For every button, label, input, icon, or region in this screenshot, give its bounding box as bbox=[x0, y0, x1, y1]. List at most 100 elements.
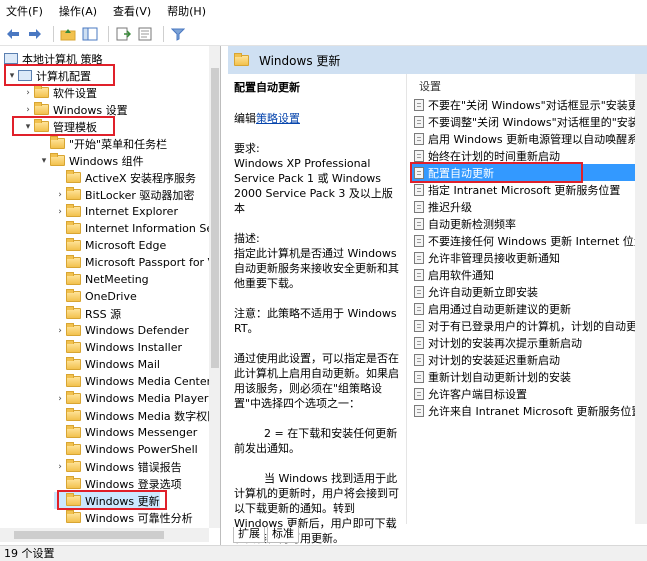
settings-column-header[interactable]: 设置 bbox=[419, 78, 441, 94]
highlight-computer-config bbox=[4, 64, 115, 86]
policy-icon bbox=[414, 404, 424, 417]
folder-icon bbox=[66, 170, 81, 183]
chevron-right-icon[interactable]: › bbox=[54, 190, 66, 200]
setting-row[interactable]: 推迟升级 bbox=[410, 198, 647, 215]
settings-list: 不要在"关闭 Windows"对话框显示"安装更新并 不要调整"关闭 Windo… bbox=[410, 96, 647, 419]
toolbar bbox=[0, 22, 647, 46]
chevron-right-icon[interactable]: › bbox=[54, 207, 66, 217]
policy-icon bbox=[414, 149, 424, 162]
menu-file[interactable]: 文件(F) bbox=[6, 3, 43, 19]
desc-requirements: 要求: Windows XP Professional Service Pack… bbox=[234, 142, 393, 215]
tree-item-software-settings[interactable]: › 软件设置 bbox=[22, 84, 97, 101]
chevron-right-icon[interactable]: › bbox=[22, 105, 34, 115]
tree-item[interactable]: Microsoft Passport for V bbox=[54, 254, 215, 271]
column-divider bbox=[406, 74, 407, 524]
policy-icon bbox=[414, 285, 424, 298]
chevron-right-icon[interactable]: › bbox=[22, 88, 34, 98]
tree-item[interactable]: Microsoft Edge bbox=[54, 237, 166, 254]
tree-item[interactable]: ActiveX 安装程序服务 bbox=[54, 169, 196, 186]
policy-icon bbox=[414, 353, 424, 366]
properties-icon[interactable] bbox=[136, 25, 154, 43]
folder-icon bbox=[66, 357, 81, 370]
show-tree-icon[interactable] bbox=[81, 25, 99, 43]
setting-row[interactable]: 允许来自 Intranet Microsoft 更新服务位置的签 bbox=[410, 402, 647, 419]
export-list-icon[interactable] bbox=[114, 25, 132, 43]
setting-row[interactable]: 指定 Intranet Microsoft 更新服务位置 bbox=[410, 181, 647, 198]
tab-extended[interactable]: 扩展 bbox=[233, 527, 265, 543]
policy-icon bbox=[414, 217, 424, 230]
policy-icon bbox=[414, 132, 424, 145]
tree-item[interactable]: › Windows Defender bbox=[54, 322, 189, 339]
tree-item[interactable]: RSS 源 bbox=[54, 305, 121, 322]
edit-policy-link[interactable]: 策略设置 bbox=[256, 112, 300, 125]
desc-note: 注意：此策略不适用于 Windows RT。 bbox=[234, 307, 397, 335]
view-tabs: 扩展 标准 bbox=[233, 527, 301, 543]
setting-row[interactable]: 允许非管理员接收更新通知 bbox=[410, 249, 647, 266]
menu-help[interactable]: 帮助(H) bbox=[167, 3, 206, 19]
chevron-right-icon[interactable]: › bbox=[54, 394, 66, 404]
policy-icon bbox=[414, 302, 424, 315]
policy-icon bbox=[414, 115, 424, 128]
tree-item[interactable]: Windows PowerShell bbox=[54, 441, 198, 458]
folder-icon bbox=[50, 153, 65, 166]
tree-item[interactable]: NetMeeting bbox=[54, 271, 149, 288]
tree-item[interactable]: › BitLocker 驱动器加密 bbox=[54, 186, 194, 203]
tree-item[interactable]: › Windows Media Player bbox=[54, 390, 208, 407]
tree-item[interactable]: Windows Media 数字权限 bbox=[54, 407, 218, 424]
folder-icon bbox=[66, 306, 81, 319]
setting-row[interactable]: 启用通过自动更新建议的更新 bbox=[410, 300, 647, 317]
menu-bar: 文件(F) 操作(A) 查看(V) 帮助(H) bbox=[0, 0, 647, 22]
filter-icon[interactable] bbox=[169, 25, 187, 43]
setting-row[interactable]: 启用软件通知 bbox=[410, 266, 647, 283]
policy-icon bbox=[414, 234, 424, 247]
up-folder-icon[interactable] bbox=[59, 25, 77, 43]
highlight-configure-auto-update bbox=[410, 162, 583, 183]
setting-row[interactable]: 不要调整"关闭 Windows"对话框里的"安装更新 bbox=[410, 113, 647, 130]
computer-policy-icon bbox=[4, 53, 18, 64]
tree-item[interactable]: Windows Media Center bbox=[54, 373, 211, 390]
menu-action[interactable]: 操作(A) bbox=[59, 3, 97, 19]
folder-icon bbox=[66, 289, 81, 302]
tree-item[interactable]: Windows Installer bbox=[54, 339, 182, 356]
chevron-right-icon[interactable]: › bbox=[54, 462, 66, 472]
setting-row[interactable]: 不要连接任何 Windows 更新 Internet 位置 bbox=[410, 232, 647, 249]
description-panel: 配置自动更新 编辑策略设置 要求: Windows XP Professiona… bbox=[234, 80, 402, 561]
setting-row[interactable]: 启用 Windows 更新电源管理以自动唤醒系统来 bbox=[410, 130, 647, 147]
highlight-windows-update bbox=[57, 490, 167, 510]
settings-scrollbar[interactable] bbox=[635, 74, 647, 524]
tree-item-start-menu[interactable]: "开始"菜单和任务栏 bbox=[38, 135, 167, 152]
tree-hscrollbar[interactable] bbox=[0, 528, 209, 542]
tree-item[interactable]: Internet Information Ser bbox=[54, 220, 218, 237]
scroll-thumb[interactable] bbox=[211, 68, 219, 368]
toolbar-separator bbox=[163, 25, 164, 42]
policy-icon bbox=[414, 98, 424, 111]
setting-row[interactable]: 允许自动更新立即安装 bbox=[410, 283, 647, 300]
tree-item[interactable]: Windows 可靠性分析 bbox=[54, 509, 193, 526]
back-arrow-icon[interactable] bbox=[4, 25, 22, 43]
tree-item[interactable]: Windows Messenger bbox=[54, 424, 197, 441]
menu-view[interactable]: 查看(V) bbox=[113, 3, 151, 19]
tree-scrollbar[interactable] bbox=[209, 46, 220, 528]
setting-row[interactable]: 对于有已登录用户的计算机，计划的自动更新安 bbox=[410, 317, 647, 334]
setting-row[interactable]: 重新计划自动更新计划的安装 bbox=[410, 368, 647, 385]
chevron-down-icon[interactable]: ▾ bbox=[38, 156, 50, 166]
tab-standard[interactable]: 标准 bbox=[267, 527, 299, 543]
tree-item[interactable]: › Internet Explorer bbox=[54, 203, 178, 220]
tree-item-windows-components[interactable]: ▾ Windows 组件 bbox=[38, 152, 144, 169]
forward-arrow-icon[interactable] bbox=[26, 25, 44, 43]
setting-row[interactable]: 对计划的安装再次提示重新启动 bbox=[410, 334, 647, 351]
folder-icon bbox=[66, 238, 81, 251]
tree-item[interactable]: OneDrive bbox=[54, 288, 137, 305]
tree-item[interactable]: Windows Mail bbox=[54, 356, 160, 373]
tree-pane: 本地计算机 策略 ▾ 计算机配置 › 软件设置 › Windows 设置 ▾ 管… bbox=[0, 46, 221, 546]
desc-option2: 2 = 在下载和安装任何更新前发出通知。 bbox=[234, 427, 398, 455]
setting-row[interactable]: 允许客户端目标设置 bbox=[410, 385, 647, 402]
tree-item[interactable]: › Windows 错误报告 bbox=[54, 458, 182, 475]
setting-row[interactable]: 对计划的安装延迟重新启动 bbox=[410, 351, 647, 368]
folder-icon bbox=[66, 442, 81, 455]
setting-row[interactable]: 不要在"关闭 Windows"对话框显示"安装更新并 bbox=[410, 96, 647, 113]
status-bar: 19 个设置 bbox=[0, 545, 647, 561]
chevron-right-icon[interactable]: › bbox=[54, 326, 66, 336]
hscroll-thumb[interactable] bbox=[14, 531, 164, 539]
setting-row[interactable]: 自动更新检测频率 bbox=[410, 215, 647, 232]
